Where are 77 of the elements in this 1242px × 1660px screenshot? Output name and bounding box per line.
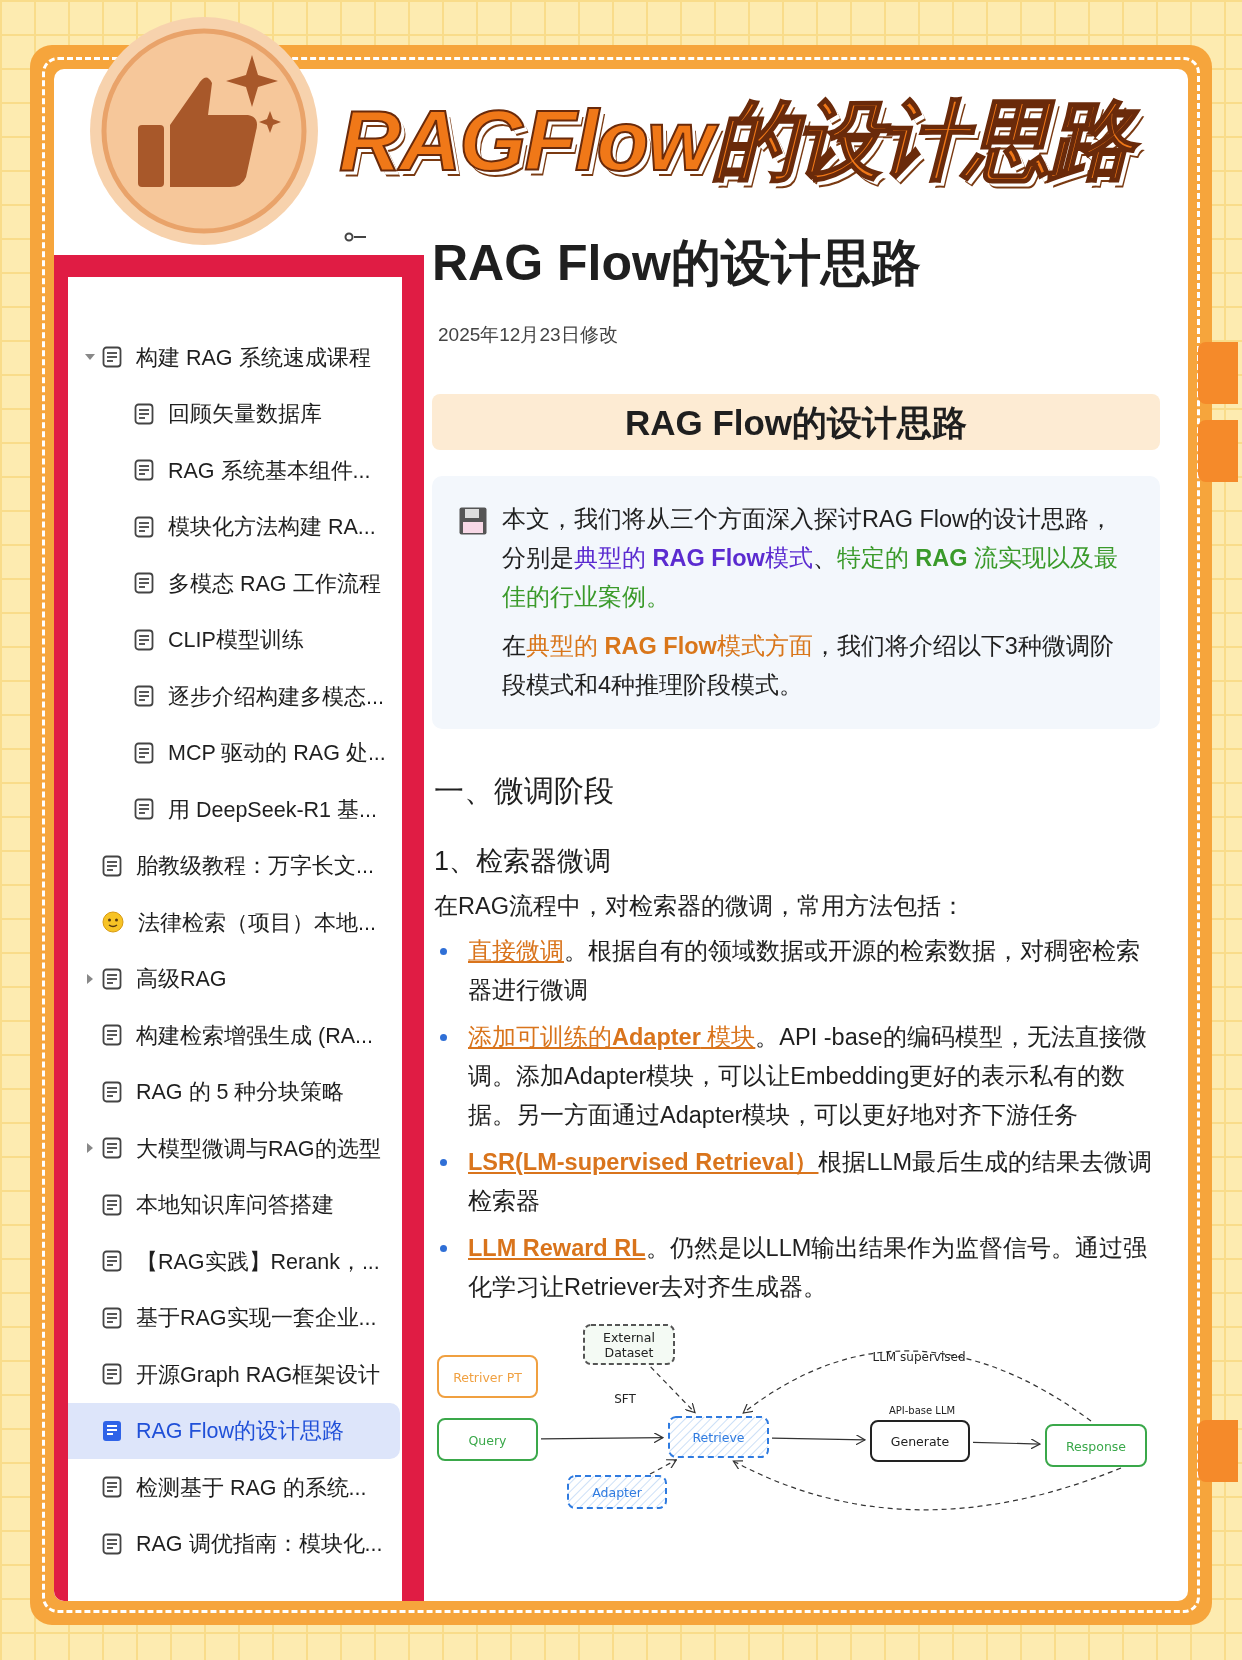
sidebar-item[interactable]: 【RAG实践】Rerank，... xyxy=(68,1233,400,1290)
sidebar-item[interactable]: 基于RAG实现一套企业... xyxy=(68,1289,400,1346)
document-icon xyxy=(102,1306,122,1329)
sidebar-item[interactable]: 大模型微调与RAG的选型 xyxy=(68,1120,400,1177)
document-icon xyxy=(102,854,122,877)
document-icon xyxy=(102,1137,122,1160)
subsection-heading: 1、检索器微调 xyxy=(434,845,613,878)
diagram-node: Generate xyxy=(870,1420,970,1462)
sidebar-item[interactable]: 回顾矢量数据库 xyxy=(68,385,400,442)
smiley-icon xyxy=(102,911,124,934)
document-icon xyxy=(102,1476,122,1499)
section-heading: 一、微调阶段 xyxy=(434,773,615,809)
document-icon xyxy=(134,402,154,425)
arrow xyxy=(972,1438,1041,1450)
caret-icon[interactable] xyxy=(85,1143,95,1154)
document-icon xyxy=(102,967,122,990)
document-icon xyxy=(102,1419,122,1442)
callout-paragraph: 本文，我们将从三个方面深入探讨RAG Flow的设计思路，分别是典型的 RAG Flow模式、特定的 RAG 流实现以及最佳的行业案例。 xyxy=(502,505,1120,612)
list-item: 添加可训练的Adapter 模块。API -base的编码模型，无法直接微调。添加Adapter模块，可以让Embedding更好的表示私有的数据。另一方面通过Adapter模块，可以更好地对齐下游任务 xyxy=(468,1018,1160,1135)
sidebar-item[interactable]: CLIP模型训练 xyxy=(68,611,400,668)
sidebar-item[interactable]: 高级RAG xyxy=(68,950,400,1007)
sidebar-item[interactable]: 胎教级教程：万字长文... xyxy=(68,837,400,894)
diagram-label: SFT xyxy=(614,1392,636,1406)
diagram-node: Adapter xyxy=(567,1475,667,1509)
modified-date: 2025年12月23日修改 xyxy=(438,323,619,347)
diagram-node: External Dataset xyxy=(583,1324,675,1365)
callout-paragraph: 在典型的 RAG Flow模式方面，我们将介绍以下3种微调阶段模式和4种推理阶段模式。 xyxy=(502,632,1115,700)
document-icon xyxy=(134,798,154,821)
document-icon xyxy=(102,346,122,369)
document-icon xyxy=(102,1532,122,1555)
sidebar-toggle-icon[interactable] xyxy=(344,232,366,242)
arrow xyxy=(650,1366,696,1414)
document-icon xyxy=(134,685,154,708)
sidebar-item[interactable]: MCP 驱动的 RAG 处... xyxy=(68,724,400,781)
sidebar-item[interactable]: RAG 的 5 种分块策略 xyxy=(68,1063,400,1120)
bullet-dot xyxy=(440,1159,447,1166)
sidebar-item[interactable]: RAG Flow的设计思路 xyxy=(68,1402,400,1459)
diagram-label: API-base LLM xyxy=(888,1405,956,1416)
sidebar-item[interactable]: 法律检索（项目）本地... xyxy=(68,894,400,951)
sidebar-item[interactable]: 构建 RAG 系统速成课程 xyxy=(68,329,400,386)
caret-icon[interactable] xyxy=(85,973,95,984)
document-title: RAG Flow的设计思路 xyxy=(432,234,922,293)
document-icon xyxy=(102,1250,122,1273)
diagram-node: Retrieve xyxy=(668,1416,769,1458)
diagram-node: Query xyxy=(437,1418,538,1461)
sidebar-item[interactable]: 逐步介绍构建多模态... xyxy=(68,668,400,725)
sidebar-item[interactable]: RAG 调优指南：模块化... xyxy=(68,1515,400,1572)
sidebar-item[interactable]: 模块化方法构建 RA... xyxy=(68,498,400,555)
paragraph: 在RAG流程中，对检索器的微调，常用方法包括： xyxy=(434,892,966,921)
sidebar-item[interactable]: RAG 系统基本组件... xyxy=(68,442,400,499)
bullet-dot xyxy=(440,1245,447,1252)
document-icon xyxy=(134,459,154,482)
sidebar-item[interactable]: 用 DeepSeek-R1 基... xyxy=(68,781,400,838)
list-item: LLM Reward RL。仍然是以LLM输出结果作为监督信号。通过强化学习让Retriever去对齐生成器。 xyxy=(468,1229,1160,1307)
list-item: 直接微调。根据自有的领域数据或开源的检索数据，对稠密检索器进行微调 xyxy=(468,932,1160,1010)
diagram-node: Retriver PT xyxy=(437,1355,538,1398)
document-icon xyxy=(134,741,154,764)
sidebar-item[interactable]: 检测基于 RAG 的系统... xyxy=(68,1459,400,1516)
arrow xyxy=(649,1459,677,1475)
thumbs-up-badge-icon xyxy=(88,15,320,247)
page-title: RAGFlow的设计思路 xyxy=(333,84,1148,204)
bullet-dot xyxy=(440,948,447,955)
sidebar-item[interactable]: 构建检索增强生成 (RA... xyxy=(68,1007,400,1064)
document-icon xyxy=(134,515,154,538)
sidebar-item[interactable]: 多模态 RAG 工作流程 xyxy=(68,555,400,612)
document-icon xyxy=(102,1080,122,1103)
bullet-dot xyxy=(440,1034,447,1041)
diagram-node: Response xyxy=(1045,1424,1147,1467)
document-icon xyxy=(134,572,154,595)
sidebar-item[interactable]: 开源Graph RAG框架设计 xyxy=(68,1346,400,1403)
document-icon xyxy=(102,1193,122,1216)
sidebar-item[interactable]: 本地知识库问答搭建 xyxy=(68,1176,400,1233)
diagram-label: LLM supervised xyxy=(872,1350,966,1364)
document-icon xyxy=(102,1363,122,1386)
document-icon xyxy=(102,1024,122,1047)
title-banner: RAG Flow的设计思路 xyxy=(432,394,1160,450)
document-icon xyxy=(134,628,154,651)
